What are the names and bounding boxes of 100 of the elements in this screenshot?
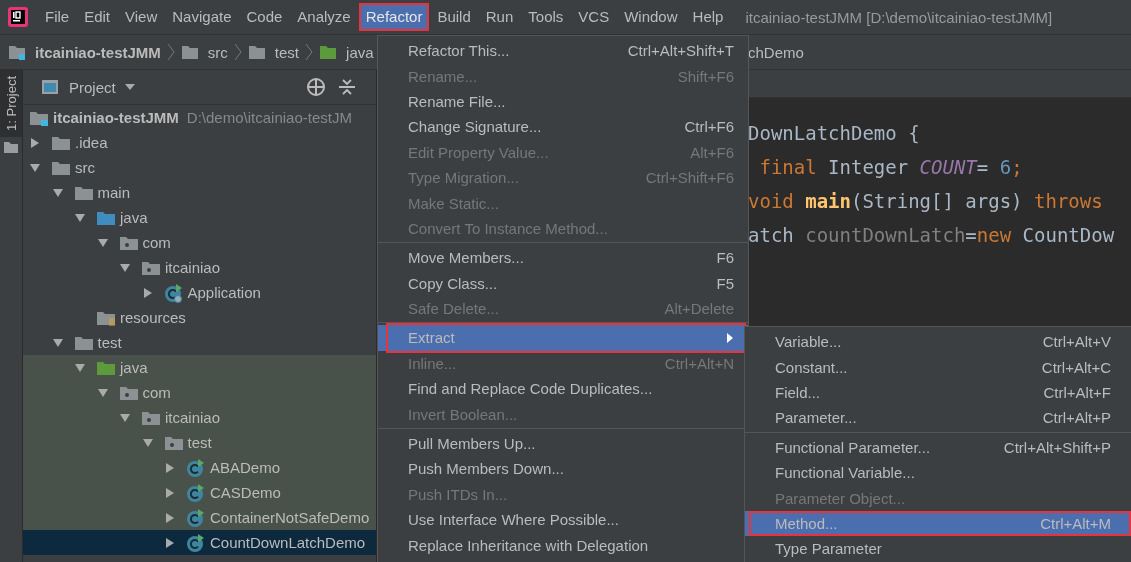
collapsed-arrow-icon[interactable]: [164, 511, 176, 524]
expanded-arrow-icon[interactable]: [119, 411, 131, 424]
menu-item[interactable]: Rename File...: [378, 88, 748, 115]
collapsed-arrow-icon[interactable]: [164, 536, 176, 549]
menu-item[interactable]: Pull Members Up...: [378, 430, 748, 457]
breadcrumb-item[interactable]: java: [319, 43, 374, 61]
package-icon: [118, 384, 139, 401]
breadcrumb-item[interactable]: chDemo: [748, 43, 804, 61]
window-title: itcainiao-testJMM [D:\demo\itcainiao-testJMM]: [745, 8, 1053, 26]
panel-title[interactable]: Project: [69, 78, 116, 96]
menu-item[interactable]: Variable... Ctrl+Alt+V: [745, 329, 1131, 355]
menu-bar-item[interactable]: Tools: [521, 3, 571, 31]
code-line: atch countDownLatch=new CountDow: [748, 223, 1115, 248]
package-icon: [141, 409, 161, 426]
tree-item[interactable]: CASDemo: [23, 480, 376, 505]
tree-item[interactable]: itcainiao-testJMM D:\demo\itcainiao-testJM: [23, 105, 376, 130]
expanded-arrow-icon[interactable]: [96, 236, 109, 249]
collapse-all-icon[interactable]: [338, 78, 356, 96]
menu-item[interactable]: Use Interface Where Possible...: [378, 507, 748, 533]
folder-icon: [51, 134, 71, 151]
menu-item[interactable]: Change Signature... Ctrl+F6: [378, 114, 748, 140]
menu-bar-item[interactable]: Analyze: [290, 3, 358, 31]
tree-item[interactable]: src: [23, 155, 376, 180]
collapsed-arrow-icon[interactable]: [164, 486, 176, 499]
shortcut-label: Alt+Delete: [663, 300, 734, 318]
tree-item-label: itcainiao-testJMM: [53, 109, 179, 126]
chevron-icon: [305, 43, 314, 61]
menu-bar-item[interactable]: Code: [239, 3, 290, 31]
tree-item[interactable]: java: [23, 355, 376, 380]
expanded-arrow-icon[interactable]: [29, 161, 41, 174]
tree-item[interactable]: itcainiao: [23, 255, 376, 280]
class-icon: [186, 457, 206, 478]
chevron-icon: [233, 43, 242, 61]
tree-item[interactable]: .idea: [23, 130, 376, 155]
menu-item[interactable]: Push Members Down...: [378, 456, 748, 482]
tree-item[interactable]: test: [23, 430, 376, 455]
menu-item[interactable]: Refactor This... Ctrl+Alt+Shift+T: [378, 38, 748, 64]
menu-bar-item[interactable]: File: [38, 3, 77, 31]
breadcrumb-item[interactable]: itcainiao-testJMM: [8, 43, 161, 61]
menu-item[interactable]: Type Parameter: [745, 536, 1131, 562]
tree-item[interactable]: itcainiao: [23, 405, 376, 430]
folder-icon: [51, 159, 71, 176]
collapsed-arrow-icon[interactable]: [164, 461, 176, 474]
tree-item-label: main: [97, 184, 130, 201]
tree-item[interactable]: com: [23, 380, 376, 405]
tree-item[interactable]: ABADemo: [23, 455, 376, 480]
crosshair-icon[interactable]: [306, 77, 326, 97]
expanded-arrow-icon[interactable]: [74, 211, 86, 224]
application-class-icon: [163, 282, 184, 303]
expanded-arrow-icon[interactable]: [51, 336, 64, 349]
menu-item[interactable]: Move Members... F6: [378, 245, 748, 271]
tree-item[interactable]: ContainerNotSafeDemo: [23, 505, 376, 530]
collapsed-arrow-icon[interactable]: [29, 136, 41, 149]
tree-item-label: itcainiao: [165, 259, 221, 276]
tree-item[interactable]: java: [23, 205, 376, 230]
menu-bar-item[interactable]: Run: [478, 3, 521, 31]
project-side-tab[interactable]: 1: Project: [0, 70, 22, 137]
menu-bar-item[interactable]: View: [118, 3, 165, 31]
collapsed-arrow-icon[interactable]: [141, 286, 154, 299]
tree-item-label: java: [120, 209, 148, 226]
breadcrumb-item[interactable]: src: [180, 43, 228, 61]
tree-item[interactable]: CountDownLatchDemo: [23, 530, 376, 555]
highlight-frame: [358, 3, 430, 31]
menu-bar-item[interactable]: Edit: [77, 3, 118, 31]
package-icon: [163, 434, 184, 451]
tree-item-label: test: [97, 334, 122, 351]
tree-item[interactable]: test: [23, 330, 376, 355]
menu-item[interactable]: Copy Class... F5: [378, 270, 748, 296]
shortcut-label: F6: [715, 249, 734, 267]
expanded-arrow-icon[interactable]: [96, 386, 109, 399]
menu-bar-item[interactable]: Refactor: [358, 3, 430, 31]
tree-item[interactable]: resources: [23, 305, 376, 330]
menu-bar-item[interactable]: Window: [617, 3, 685, 31]
menu-item[interactable]: Find and Replace Code Duplicates...: [378, 376, 748, 402]
menu-item[interactable]: Functional Parameter... Ctrl+Alt+Shift+P: [745, 434, 1131, 460]
menu-bar-item[interactable]: Build: [430, 3, 478, 31]
shortcut-label: F5: [715, 274, 734, 292]
menu-item[interactable]: Parameter... Ctrl+Alt+P: [745, 405, 1131, 431]
expanded-arrow-icon[interactable]: [74, 361, 86, 374]
class-icon: [186, 532, 206, 553]
tree-item[interactable]: Application: [23, 280, 376, 305]
menu-bar-item[interactable]: VCS: [571, 3, 617, 31]
tree-item[interactable]: main: [23, 180, 376, 205]
menu-item[interactable]: Functional Variable...: [745, 459, 1131, 486]
tree-item[interactable]: com: [23, 230, 376, 255]
menu-bar-item[interactable]: Help: [685, 3, 731, 31]
tree-item-label: test: [187, 434, 212, 451]
folder-icon: [180, 44, 199, 60]
expanded-arrow-icon[interactable]: [119, 261, 131, 274]
expanded-arrow-icon[interactable]: [141, 436, 154, 449]
app-logo-icon: [8, 7, 28, 27]
folder-icon: [73, 334, 94, 351]
menu-item[interactable]: Constant... Ctrl+Alt+C: [745, 354, 1131, 380]
expanded-arrow-icon[interactable]: [51, 186, 64, 199]
menu-item[interactable]: Replace Inheritance with Delegation: [378, 532, 748, 558]
shortcut-label: Ctrl+F6: [683, 118, 734, 136]
menu-item[interactable]: Field... Ctrl+Alt+F: [745, 379, 1131, 406]
menu-bar-item[interactable]: Navigate: [165, 3, 239, 31]
breadcrumb-item[interactable]: test: [247, 43, 300, 61]
dropdown-caret-icon[interactable]: [123, 83, 136, 91]
